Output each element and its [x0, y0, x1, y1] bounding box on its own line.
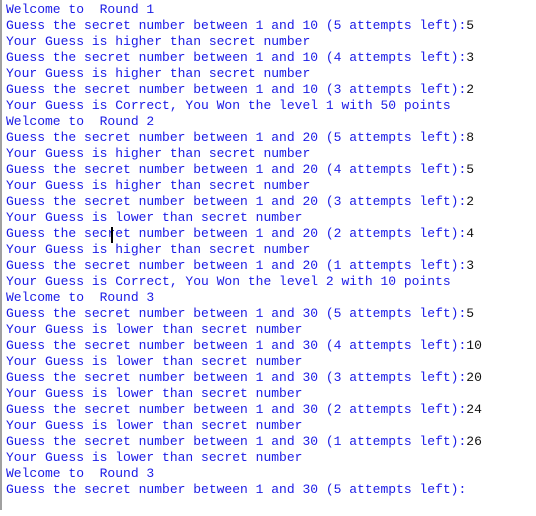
console-lines: Welcome to Round 1 Guess the secret numbe…: [6, 2, 482, 498]
console-line: Guess the secret number between 1 and 20…: [6, 130, 482, 146]
console-line: Guess the secret number between 1 and 10…: [6, 18, 482, 34]
console-output-area[interactable]: Welcome to Round 1 Guess the secret numbe…: [0, 0, 536, 510]
console-line: Your Guess is Correct, You Won the level…: [6, 274, 482, 290]
console-line: Your Guess is higher than secret number: [6, 242, 482, 258]
console-line: Your Guess is Correct, You Won the level…: [6, 98, 482, 114]
console-line: Your Guess is lower than secret number: [6, 322, 482, 338]
console-output-text: Your Guess is lower than secret number: [6, 386, 303, 401]
console-user-input: 5: [466, 306, 475, 321]
console-output-text: Guess the secret number between 1 and 20…: [6, 162, 467, 177]
console-line: Your Guess is lower than secret number: [6, 354, 482, 370]
console-output-text: Your Guess is lower than secret number: [6, 322, 303, 337]
console-output-text: Your Guess is higher than secret number: [6, 66, 311, 81]
console-output-text: Guess the secret number between 1 and 10…: [6, 82, 467, 97]
console-output-text: Guess the secret number between 1 and 30…: [6, 402, 467, 417]
console-line: Your Guess is higher than secret number: [6, 34, 482, 50]
console-line: Guess the secret number between 1 and 30…: [6, 482, 482, 498]
console-line: Guess the secret number between 1 and 20…: [6, 194, 482, 210]
console-user-input: 4: [466, 226, 475, 241]
console-output-text: Welcome to Round 2: [6, 114, 155, 129]
console-output-text: Your Guess is higher than secret number: [6, 34, 311, 49]
console-output-text: Your Guess is lower than secret number: [6, 210, 303, 225]
console-line: Welcome to Round 2: [6, 114, 482, 130]
console-output-text: Your Guess is Correct, You Won the level…: [6, 274, 451, 289]
console-line: Your Guess is lower than secret number: [6, 386, 482, 402]
console-output-text: Your Guess is lower than secret number: [6, 450, 303, 465]
console-line: Guess the secret number between 1 and 30…: [6, 434, 482, 450]
console-line: Welcome to Round 3: [6, 290, 482, 306]
console-line: Guess the secret number between 1 and 30…: [6, 338, 482, 354]
console-output-text: Guess the secret number between 1 and 30…: [6, 370, 467, 385]
console-output-text: Your Guess is higher than secret number: [6, 242, 311, 257]
console-user-input: 26: [466, 434, 482, 449]
console-output-text: Guess the secret number between 1 and 20…: [6, 130, 467, 145]
console-output-text: Guess the secret number between 1 and 10…: [6, 50, 467, 65]
console-output-text: Guess the secret number between 1 and 20…: [6, 194, 467, 209]
console-line: Your Guess is lower than secret number: [6, 450, 482, 466]
console-line: Welcome to Round 3: [6, 466, 482, 482]
console-user-input: 10: [466, 338, 482, 353]
console-line: Your Guess is higher than secret number: [6, 178, 482, 194]
console-output-text: Guess the secret number between 1 and 30…: [6, 482, 467, 497]
console-line: Guess the secret number between 1 and 30…: [6, 370, 482, 386]
console-user-input: 2: [466, 194, 475, 209]
console-user-input: 3: [466, 50, 475, 65]
console-line: Guess the secret number between 1 and 10…: [6, 82, 482, 98]
console-user-input: 24: [466, 402, 482, 417]
console-output-text: Your Guess is Correct, You Won the level…: [6, 98, 451, 113]
console-output-text: Guess the secret number between 1 and 30…: [6, 338, 467, 353]
console-user-input: 2: [466, 82, 475, 97]
console-output-text: Your Guess is higher than secret number: [6, 146, 311, 161]
console-output-text: Your Guess is lower than secret number: [6, 418, 303, 433]
console-output-text: Your Guess is higher than secret number: [6, 178, 311, 193]
console-output-text: Guess the secret number between 1 and 10…: [6, 18, 467, 33]
console-output-text: Your Guess is lower than secret number: [6, 354, 303, 369]
console-line: Guess the secret number between 1 and 30…: [6, 402, 482, 418]
console-line: Your Guess is higher than secret number: [6, 66, 482, 82]
console-line: Your Guess is higher than secret number: [6, 146, 482, 162]
console-output-text: Guess the secret number between 1 and 20…: [6, 258, 467, 273]
console-output-text: Welcome to Round 3: [6, 290, 155, 305]
console-output-text: Guess the secret number between 1 and 30…: [6, 434, 467, 449]
console-line: Guess the secret number between 1 and 30…: [6, 306, 482, 322]
console-line: Guess the secret number between 1 and 20…: [6, 226, 482, 242]
console-line: Guess the secret number between 1 and 20…: [6, 162, 482, 178]
console-user-input: 20: [466, 370, 482, 385]
console-user-input: 5: [466, 18, 475, 33]
console-line: Welcome to Round 1: [6, 2, 482, 18]
console-line: Your Guess is lower than secret number: [6, 418, 482, 434]
console-line: Guess the secret number between 1 and 10…: [6, 50, 482, 66]
console-output-text: Guess the secret number between 1 and 30…: [6, 306, 467, 321]
console-output-text: Welcome to Round 1: [6, 2, 155, 17]
console-output-text: Guess the secret number between 1 and 20…: [6, 226, 467, 241]
console-line: Guess the secret number between 1 and 20…: [6, 258, 482, 274]
console-user-input: 5: [466, 162, 475, 177]
console-line: Your Guess is lower than secret number: [6, 210, 482, 226]
text-cursor-ibeam: [111, 227, 113, 243]
console-output-text: Welcome to Round 3: [6, 466, 155, 481]
console-user-input: 3: [466, 258, 475, 273]
console-user-input: 8: [466, 130, 475, 145]
